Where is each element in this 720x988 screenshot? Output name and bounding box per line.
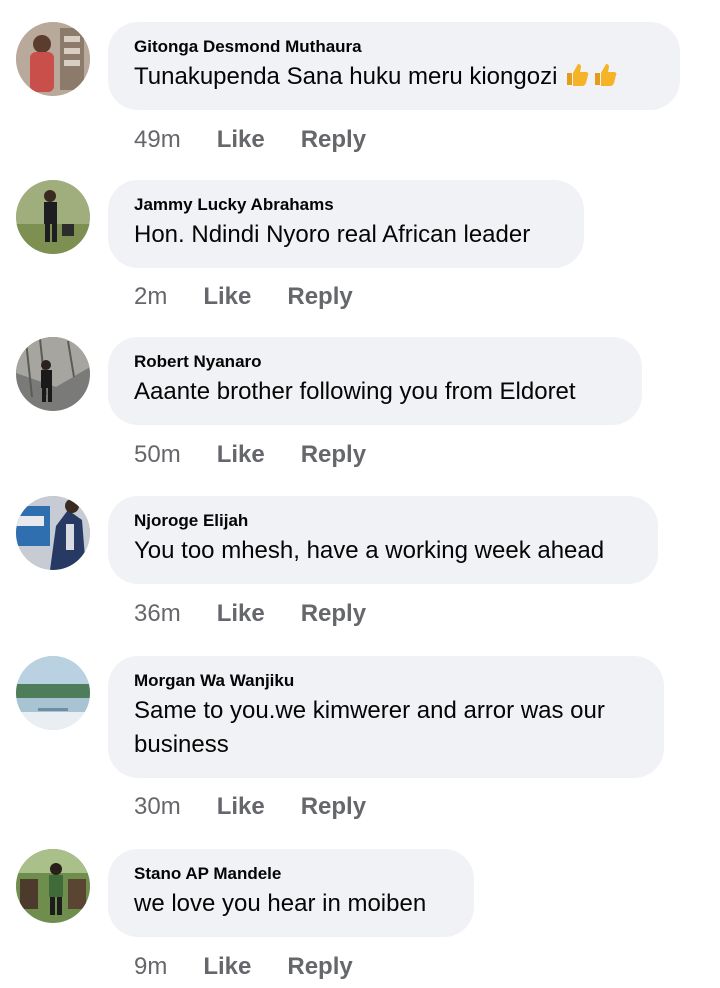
reply-button[interactable]: Reply xyxy=(301,125,366,155)
comment-timestamp[interactable]: 9m xyxy=(134,952,167,982)
comment-bubble: Stano AP Mandele we love you hear in moi… xyxy=(108,849,474,937)
like-button[interactable]: Like xyxy=(217,792,265,822)
comment-timestamp[interactable]: 30m xyxy=(134,792,181,822)
comment-bubble: Morgan Wa Wanjiku Same to you.we kimwere… xyxy=(108,656,664,778)
comment-author[interactable]: Morgan Wa Wanjiku xyxy=(134,670,638,692)
comment-actions: 30m Like Reply xyxy=(134,792,402,822)
comment-author[interactable]: Gitonga Desmond Muthaura xyxy=(134,36,654,58)
comment-text: You too mhesh, have a working week ahead xyxy=(134,537,605,564)
avatar-image xyxy=(16,656,90,730)
comment-text: Same to you.we kimwerer and arror was ou… xyxy=(134,697,605,758)
avatar-image xyxy=(16,496,90,570)
comment-actions: 50m Like Reply xyxy=(134,440,402,470)
avatar-image xyxy=(16,337,90,411)
comment-actions: 9m Like Reply xyxy=(134,952,389,982)
comment-author[interactable]: Jammy Lucky Abrahams xyxy=(134,194,558,216)
comment-text: Aaante brother following you from Eldore… xyxy=(134,378,576,405)
like-button[interactable]: Like xyxy=(217,125,265,155)
comment-bubble: Jammy Lucky Abrahams Hon. Ndindi Nyoro r… xyxy=(108,180,584,268)
comment-actions: 49m Like Reply xyxy=(134,125,402,155)
avatar[interactable] xyxy=(16,22,90,96)
comment-text: we love you hear in moiben xyxy=(134,890,427,917)
comment-timestamp[interactable]: 50m xyxy=(134,440,181,470)
comment-bubble: Robert Nyanaro Aaante brother following … xyxy=(108,337,642,425)
comment-bubble: Gitonga Desmond Muthaura Tunakupenda San… xyxy=(108,22,680,110)
emoji-group xyxy=(563,60,619,98)
avatar[interactable] xyxy=(16,656,90,730)
avatar[interactable] xyxy=(16,849,90,923)
comment-timestamp[interactable]: 36m xyxy=(134,599,181,629)
like-button[interactable]: Like xyxy=(217,599,265,629)
thumbs-up-icon xyxy=(591,60,619,98)
comment-timestamp[interactable]: 2m xyxy=(134,282,167,312)
comment-text: Tunakupenda Sana huku meru kiongozi xyxy=(134,60,654,98)
avatar[interactable] xyxy=(16,180,90,254)
comment-text-content: Tunakupenda Sana huku meru kiongozi xyxy=(134,63,558,90)
avatar-image xyxy=(16,849,90,923)
avatar-image xyxy=(16,22,90,96)
reply-button[interactable]: Reply xyxy=(301,440,366,470)
comment-author[interactable]: Robert Nyanaro xyxy=(134,351,616,373)
comment-text: Hon. Ndindi Nyoro real African leader xyxy=(134,221,531,248)
like-button[interactable]: Like xyxy=(203,952,251,982)
thumbs-up-icon xyxy=(563,60,591,98)
like-button[interactable]: Like xyxy=(203,282,251,312)
comment-actions: 2m Like Reply xyxy=(134,282,389,312)
comment-bubble: Njoroge Elijah You too mhesh, have a wor… xyxy=(108,496,658,584)
reply-button[interactable]: Reply xyxy=(287,282,352,312)
reply-button[interactable]: Reply xyxy=(287,952,352,982)
avatar-image xyxy=(16,180,90,254)
avatar[interactable] xyxy=(16,496,90,570)
comment-actions: 36m Like Reply xyxy=(134,599,402,629)
comment-timestamp[interactable]: 49m xyxy=(134,125,181,155)
reply-button[interactable]: Reply xyxy=(301,599,366,629)
reply-button[interactable]: Reply xyxy=(301,792,366,822)
comment-author[interactable]: Stano AP Mandele xyxy=(134,863,448,885)
comment-author[interactable]: Njoroge Elijah xyxy=(134,510,632,532)
avatar[interactable] xyxy=(16,337,90,411)
like-button[interactable]: Like xyxy=(217,440,265,470)
